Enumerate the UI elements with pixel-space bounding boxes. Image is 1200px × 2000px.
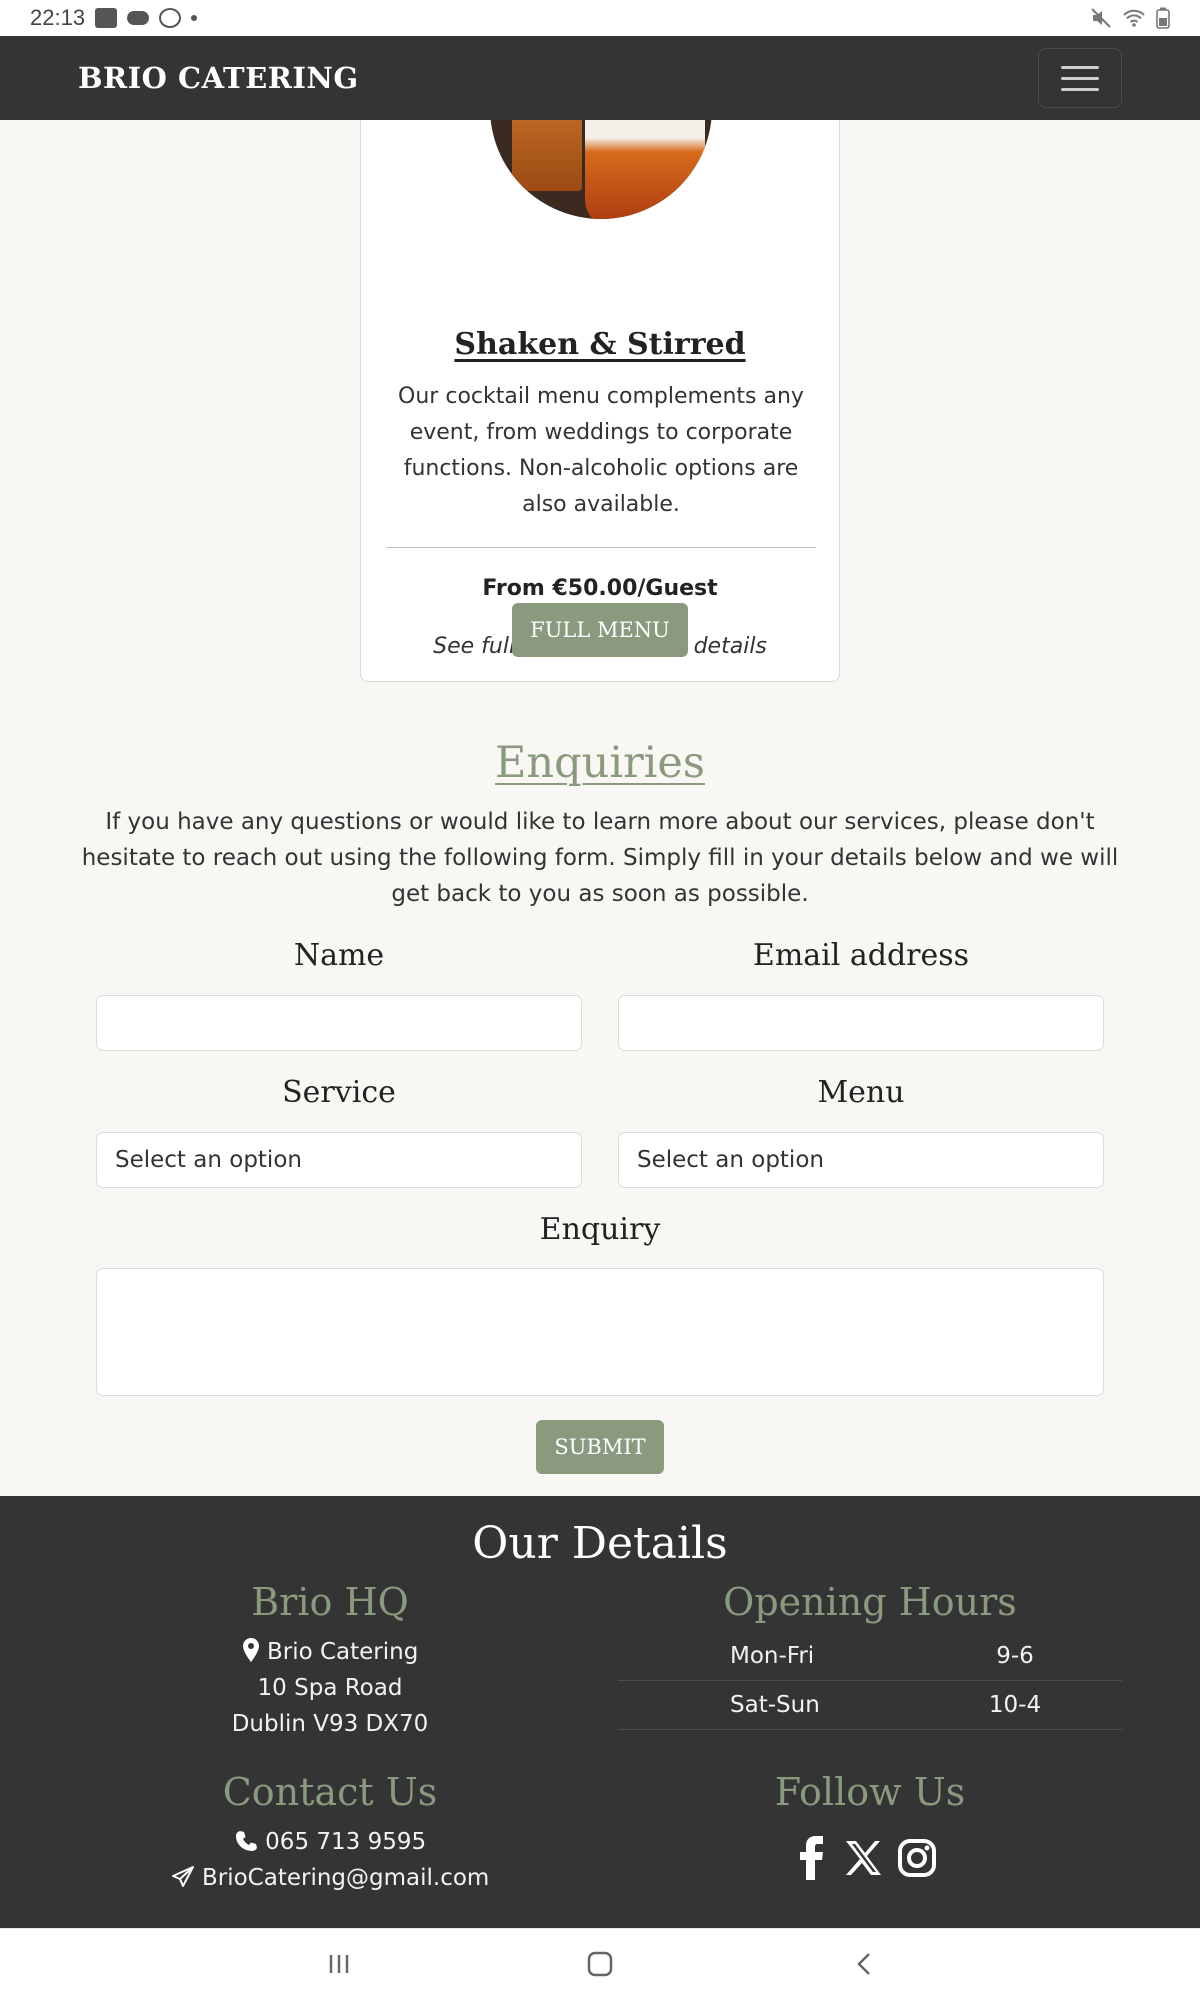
email-input[interactable] [618,995,1104,1051]
hours-day: Sat-Sun [730,1692,820,1718]
menu-card-description: Our cocktail menu complements any event,… [398,384,804,517]
mute-icon [1091,8,1111,28]
enquiry-label: Enquiry [539,1212,661,1247]
home-icon[interactable] [587,1951,613,1977]
menu-card-title: Shaken & Stirred [454,327,746,362]
menu-toggle-button[interactable] [1038,48,1122,108]
name-input[interactable] [96,995,582,1051]
recent-apps-icon[interactable] [326,1951,352,1977]
enquiry-textarea[interactable] [96,1268,1104,1396]
hours-time: 9-6 [996,1643,1034,1669]
hq-line: Brio Catering [30,1634,630,1670]
social-links [795,1836,937,1880]
service-select-value: Select an option [115,1147,302,1173]
brand-logo[interactable]: BRIO CATERING [78,61,359,95]
cloud-notification-icon [127,11,150,25]
map-pin-icon [242,1638,259,1662]
facebook-icon[interactable] [795,1836,829,1880]
contact-heading: Contact Us [222,1770,438,1814]
footer-title: Our Details [472,1518,728,1569]
hours-heading: Opening Hours [723,1580,1017,1624]
hours-table: Mon-Fri 9-6 Sat-Sun 10-4 [618,1632,1122,1730]
hours-row: Mon-Fri 9-6 [618,1632,1122,1681]
enquiries-intro: If you have any questions or would like … [81,809,1119,907]
submit-button[interactable]: SUBMIT [536,1420,664,1474]
hours-row: Sat-Sun 10-4 [618,1681,1122,1730]
enquiries-title: Enquiries [495,738,705,788]
battery-icon [1156,7,1170,29]
phone-icon [235,1831,257,1851]
system-navigation-bar [0,1928,1200,2000]
menu-select[interactable]: Select an option [618,1132,1104,1188]
full-menu-button[interactable]: FULL MENU [512,603,688,657]
follow-heading: Follow Us [774,1770,966,1814]
gallery-notification-icon [95,8,118,28]
phone-number: 065 713 9595 [265,1829,427,1855]
whatsapp-notification-icon [159,8,182,28]
hq-line-2: 10 Spa Road [257,1675,403,1701]
wifi-icon [1123,9,1145,27]
name-label: Name [293,938,385,973]
hq-line-3: Dublin V93 DX70 [231,1711,429,1737]
hq-line-1: Brio Catering [266,1639,419,1665]
hamburger-icon-bar [1061,65,1099,69]
status-time: 22:13 [30,5,86,30]
menu-select-value: Select an option [637,1147,824,1173]
service-select[interactable]: Select an option [96,1132,582,1188]
hours-day: Mon-Fri [730,1643,815,1669]
email-address: BrioCatering@gmail.com [201,1865,490,1891]
phone-link[interactable]: 065 713 9595 [30,1824,630,1860]
service-label: Service [282,1075,396,1110]
hq-heading: Brio HQ [251,1580,409,1624]
paper-plane-icon [171,1866,194,1887]
navbar: BRIO CATERING [0,36,1200,120]
email-link[interactable]: BrioCatering@gmail.com [30,1860,630,1896]
email-label: Email address [752,938,970,973]
hamburger-icon-bar [1061,87,1099,91]
footer: Our Details Brio HQ Brio Catering 10 Spa… [0,1496,1200,1928]
menu-card: Shaken & Stirred Our cocktail menu compl… [360,90,840,682]
instagram-icon[interactable] [897,1838,937,1878]
x-icon[interactable] [843,1838,883,1878]
back-icon[interactable] [852,1951,878,1977]
divider [386,547,816,548]
hours-time: 10-4 [988,1692,1042,1718]
hamburger-icon-bar [1061,76,1099,80]
status-bar: 22:13 [0,0,1200,36]
menu-card-price: From €50.00/Guest [482,576,718,601]
menu-label: Menu [817,1075,905,1110]
more-notifications-icon [191,15,198,21]
